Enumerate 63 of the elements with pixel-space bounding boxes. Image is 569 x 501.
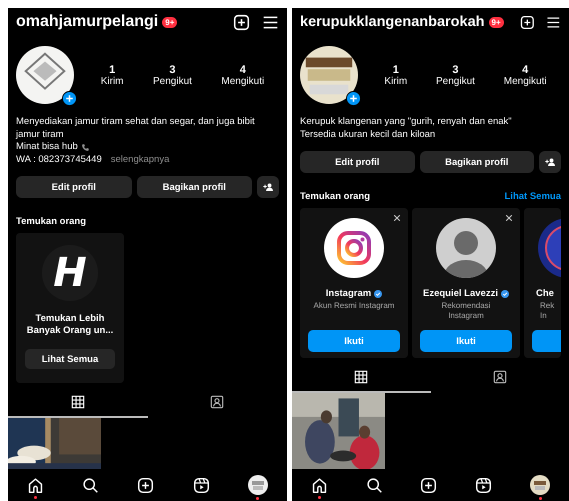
search-icon[interactable] bbox=[366, 476, 383, 494]
stat-count: 4 bbox=[240, 64, 246, 76]
stat-count: 4 bbox=[522, 64, 528, 76]
menu-icon[interactable] bbox=[262, 14, 279, 30]
card-title: Temukan Lebih Banyak Orang un... bbox=[26, 313, 114, 337]
account-name[interactable]: Ezequiel Lavezzi bbox=[423, 288, 498, 299]
add-icon[interactable] bbox=[520, 14, 534, 30]
tagged-person-icon bbox=[210, 395, 224, 409]
account-subtitle: Rek In bbox=[539, 301, 554, 321]
add-person-icon bbox=[544, 156, 556, 168]
stat-label[interactable]: Pengikut bbox=[436, 76, 475, 86]
emblem-avatar bbox=[538, 218, 561, 278]
account-name[interactable]: Instagram bbox=[326, 288, 372, 299]
username: kerupukklangenanbarokah bbox=[300, 14, 485, 30]
username: omahjamurpelangi bbox=[16, 13, 158, 31]
stat-count: 3 bbox=[169, 64, 176, 76]
reels-icon[interactable] bbox=[475, 476, 492, 494]
profile-button[interactable]: Edit profil bbox=[16, 176, 132, 198]
more-link[interactable]: selengkapnya bbox=[110, 154, 170, 166]
stat-label[interactable]: Pengikut bbox=[153, 76, 192, 86]
stat-count: 1 bbox=[109, 64, 116, 76]
reels-icon[interactable] bbox=[192, 476, 210, 494]
add-person-button[interactable] bbox=[539, 151, 561, 173]
add-person-button[interactable] bbox=[257, 176, 279, 198]
grid-icon bbox=[354, 370, 368, 384]
close-icon[interactable] bbox=[505, 214, 513, 222]
add-story-icon[interactable] bbox=[62, 91, 77, 106]
notification-badge: 9+ bbox=[162, 16, 178, 28]
home-icon[interactable] bbox=[310, 476, 328, 494]
account-subtitle: Akun Resmi Instagram bbox=[314, 301, 394, 312]
stat-count: 3 bbox=[452, 64, 459, 76]
bio-text: Tersedia ukuran kecil dan kiloan bbox=[300, 128, 436, 141]
account-name[interactable]: Che bbox=[536, 288, 554, 299]
add-icon[interactable] bbox=[137, 476, 154, 494]
stat-label[interactable]: Mengikuti bbox=[504, 76, 547, 86]
add-story-icon[interactable] bbox=[346, 91, 361, 106]
stat-count: 1 bbox=[392, 64, 399, 76]
close-icon[interactable] bbox=[393, 214, 401, 222]
add-person-icon bbox=[262, 182, 274, 192]
bio-text: Menyediakan jamur tiram sehat dan segar, dan juga bibit jamur tiram bbox=[16, 116, 256, 141]
section-title: Temukan orang bbox=[16, 216, 86, 227]
tagged-person-icon bbox=[492, 370, 507, 384]
stat-label[interactable]: Kirim bbox=[100, 76, 124, 86]
see-all-link[interactable]: Lihat Semua bbox=[504, 191, 561, 202]
search-icon[interactable] bbox=[82, 476, 100, 494]
bio-text: WA : 082373745449 bbox=[16, 154, 102, 166]
section-title: Temukan orang bbox=[300, 191, 370, 202]
account-subtitle: Rekomendasi Instagram bbox=[442, 301, 490, 321]
add-icon[interactable] bbox=[420, 476, 438, 494]
bio-text: Minat bisa hub bbox=[16, 141, 78, 154]
logo-avatar: H bbox=[42, 245, 98, 301]
profile-button[interactable]: Edit profil bbox=[300, 151, 414, 173]
add-icon[interactable] bbox=[233, 14, 250, 30]
bio-text: Kerupuk klangenan yang "gurih, renyah dan enak" bbox=[300, 116, 512, 128]
stat-label[interactable]: Mengikuti bbox=[221, 76, 264, 86]
camera-logo-icon bbox=[324, 218, 384, 278]
see-all-button[interactable]: Lihat Semua bbox=[25, 349, 115, 369]
profile-button[interactable]: Bagikan profil bbox=[136, 176, 252, 198]
home-icon[interactable] bbox=[27, 476, 44, 494]
stat-label[interactable]: Kirim bbox=[384, 76, 408, 86]
notification-badge: 9+ bbox=[488, 16, 504, 28]
grid-icon bbox=[70, 395, 85, 409]
profile-button[interactable]: Bagikan profil bbox=[420, 151, 534, 173]
